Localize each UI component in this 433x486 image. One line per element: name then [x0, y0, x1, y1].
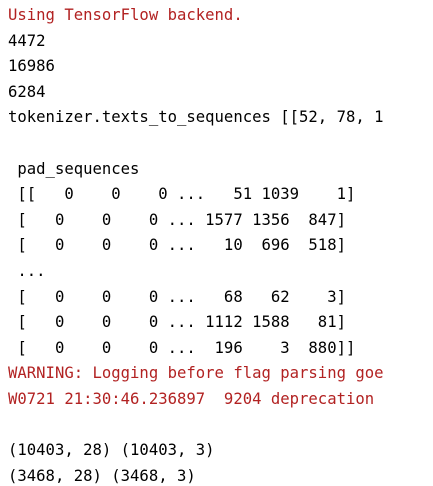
array-row: [ 0 0 0 ... 196 3 880]]	[8, 338, 356, 357]
console-line-count-2: 16986	[8, 57, 55, 76]
console-line-train-shape: (10403, 28) (10403, 3)	[8, 441, 215, 460]
console-output: Using TensorFlow backend. 4472 16986 628…	[0, 0, 433, 486]
array-row: [[ 0 0 0 ... 51 1039 1]	[8, 185, 356, 204]
array-row: [ 0 0 0 ... 1112 1588 81]	[8, 313, 346, 332]
console-line-deprecation: W0721 21:30:46.236897 9204 deprecation	[8, 389, 375, 408]
console-line-test-shape: (3468, 28) (3468, 3)	[8, 466, 196, 485]
console-line-backend: Using TensorFlow backend.	[8, 6, 243, 24]
array-row: [ 0 0 0 ... 68 62 3]	[8, 287, 346, 306]
console-line-warning: WARNING: Logging before flag parsing goe	[8, 364, 384, 383]
array-row: [ 0 0 0 ... 1577 1356 847]	[8, 210, 346, 229]
array-ellipsis: ...	[8, 261, 46, 280]
console-line-blank	[0, 413, 433, 439]
console-line-count-1: 4472	[8, 31, 46, 50]
array-row: [ 0 0 0 ... 10 696 518]	[8, 236, 346, 255]
console-line-texts-to-sequences: tokenizer.texts_to_sequences [[52, 78, 1	[8, 108, 384, 127]
console-line-count-3: 6284	[8, 82, 46, 101]
console-line-pad-sequences-label: pad_sequences	[8, 159, 140, 178]
console-line-blank	[0, 131, 433, 157]
